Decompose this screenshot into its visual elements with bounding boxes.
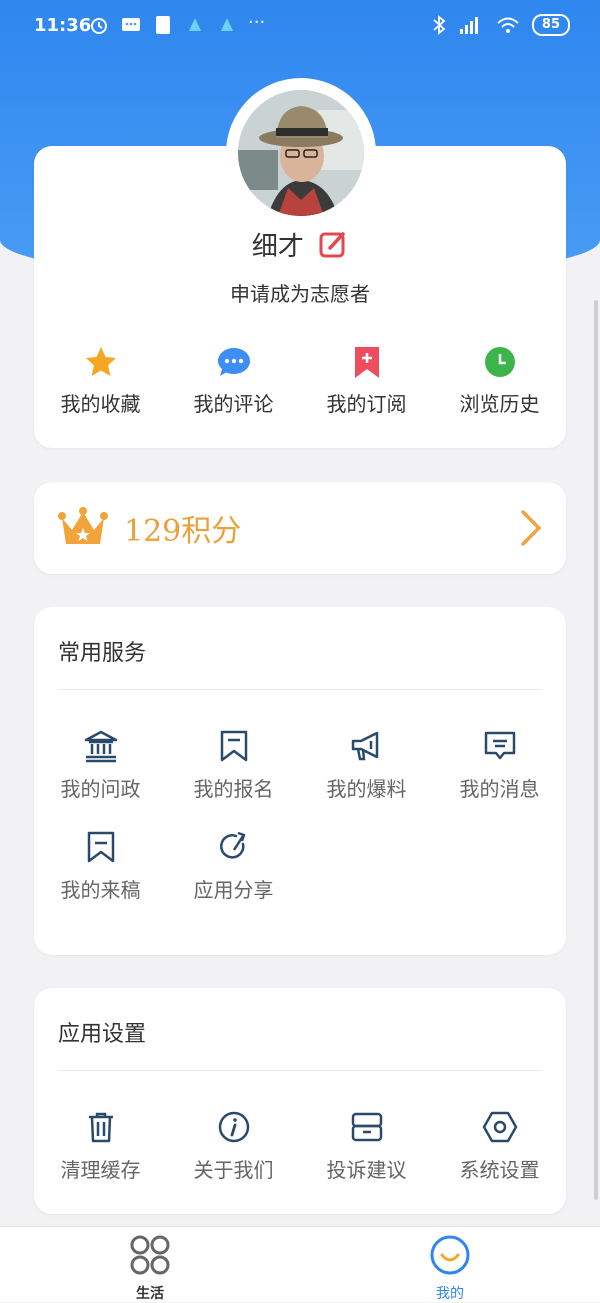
bottom-tab-bar: 生活 我的 xyxy=(0,1226,600,1302)
service-my-tips[interactable]: 我的爆料 xyxy=(300,729,433,802)
points-card[interactable]: 129积分 xyxy=(34,482,566,574)
status-time: 11:36 xyxy=(34,15,92,36)
chat-icon xyxy=(122,18,140,31)
quick-action-comments[interactable]: 我的评论 xyxy=(167,344,300,417)
service-label: 我的爆料 xyxy=(326,777,407,801)
share-icon xyxy=(219,831,245,859)
service-label: 我的消息 xyxy=(459,777,540,801)
feedback-icon xyxy=(351,1112,382,1142)
manuscript-icon xyxy=(87,831,114,863)
username-row: 细才 xyxy=(0,226,600,266)
quick-action-label: 我的收藏 xyxy=(60,392,141,416)
points-value: 129积分 xyxy=(124,514,242,549)
system-status: 85 xyxy=(432,14,570,36)
quick-action-label: 浏览历史 xyxy=(459,392,540,416)
settings-grid: 清理缓存 关于我们 投诉建议 系统设置 xyxy=(34,1110,566,1211)
service-label: 我的问政 xyxy=(60,777,141,801)
ribbon-icon xyxy=(220,730,247,762)
grid-circles-icon xyxy=(130,1235,170,1275)
battery-indicator: 85 xyxy=(531,14,570,36)
username: 细才 xyxy=(251,232,304,262)
service-label: 我的来稿 xyxy=(60,878,141,902)
services-grid: 我的问政 我的报名 我的爆料 我的消息 我的来稿 应用分享 xyxy=(34,729,566,931)
settings-title: 应用设置 xyxy=(58,1022,147,1047)
service-my-messages[interactable]: 我的消息 xyxy=(433,729,566,802)
quick-action-history[interactable]: 浏览历史 xyxy=(433,344,566,417)
quick-action-subscriptions[interactable]: 我的订阅 xyxy=(300,344,433,417)
divider xyxy=(58,1070,542,1071)
government-building-icon xyxy=(84,730,117,763)
avatar[interactable] xyxy=(238,90,364,216)
comment-icon xyxy=(217,348,250,376)
crown-icon xyxy=(58,507,108,544)
message-icon xyxy=(484,731,515,760)
clock-icon xyxy=(484,347,515,377)
services-title: 常用服务 xyxy=(58,641,147,666)
tab-mine[interactable]: 我的 xyxy=(410,1233,490,1303)
scrollbar[interactable] xyxy=(594,300,598,1200)
bluetooth-icon xyxy=(433,15,446,35)
tab-life[interactable]: 生活 xyxy=(110,1233,190,1303)
chevron-right-icon xyxy=(521,510,542,546)
setting-system-settings[interactable]: 系统设置 xyxy=(433,1110,566,1183)
settings-card: 应用设置 清理缓存 关于我们 投诉建议 系统设置 xyxy=(34,988,566,1214)
quick-action-label: 我的订阅 xyxy=(326,392,407,416)
services-card: 常用服务 我的问政 我的报名 我的爆料 我的消息 我的来稿 应用分享 xyxy=(34,607,566,955)
wifi-icon xyxy=(497,17,519,33)
service-label: 我的报名 xyxy=(193,777,274,801)
bookmark-plus-icon xyxy=(354,347,379,378)
settings-hex-icon xyxy=(482,1111,517,1143)
megaphone-icon xyxy=(351,731,378,761)
apply-volunteer-link[interactable]: 申请成为志愿者 xyxy=(0,278,600,307)
setting-feedback[interactable]: 投诉建议 xyxy=(300,1110,433,1183)
tab-label: 我的 xyxy=(436,1286,464,1302)
sim-icon xyxy=(156,16,170,34)
setting-clear-cache[interactable]: 清理缓存 xyxy=(34,1110,167,1183)
more-notifications-icon: ··· xyxy=(248,12,266,33)
service-my-inquiries[interactable]: 我的问政 xyxy=(34,729,167,802)
service-my-submissions[interactable]: 我的来稿 xyxy=(34,830,167,903)
info-icon xyxy=(218,1111,249,1143)
service-share-app[interactable]: 应用分享 xyxy=(167,830,300,903)
app-icon xyxy=(221,18,233,31)
setting-about-us[interactable]: 关于我们 xyxy=(167,1110,300,1183)
quick-action-label: 我的评论 xyxy=(193,392,274,416)
notification-icons: ··· xyxy=(88,14,265,36)
setting-label: 清理缓存 xyxy=(60,1158,141,1182)
quick-action-favorites[interactable]: 我的收藏 xyxy=(34,344,167,417)
quick-actions: 我的收藏 我的评论 我的订阅 浏览历史 xyxy=(34,344,566,417)
setting-label: 投诉建议 xyxy=(326,1158,407,1182)
status-bar: 11:36 ··· 85 xyxy=(0,0,600,52)
service-label: 应用分享 xyxy=(193,878,274,902)
signal-icon xyxy=(459,17,478,34)
divider xyxy=(58,689,542,690)
setting-label: 系统设置 xyxy=(459,1158,540,1182)
tab-label: 生活 xyxy=(136,1286,164,1302)
app-icon xyxy=(189,18,201,31)
edit-profile-icon[interactable] xyxy=(318,229,348,266)
service-my-registrations[interactable]: 我的报名 xyxy=(167,729,300,802)
alarm-icon xyxy=(91,18,107,34)
trash-icon xyxy=(88,1112,113,1143)
star-icon xyxy=(85,347,116,376)
setting-label: 关于我们 xyxy=(193,1158,274,1182)
user-photo xyxy=(238,90,364,216)
smile-circle-icon xyxy=(430,1235,470,1275)
